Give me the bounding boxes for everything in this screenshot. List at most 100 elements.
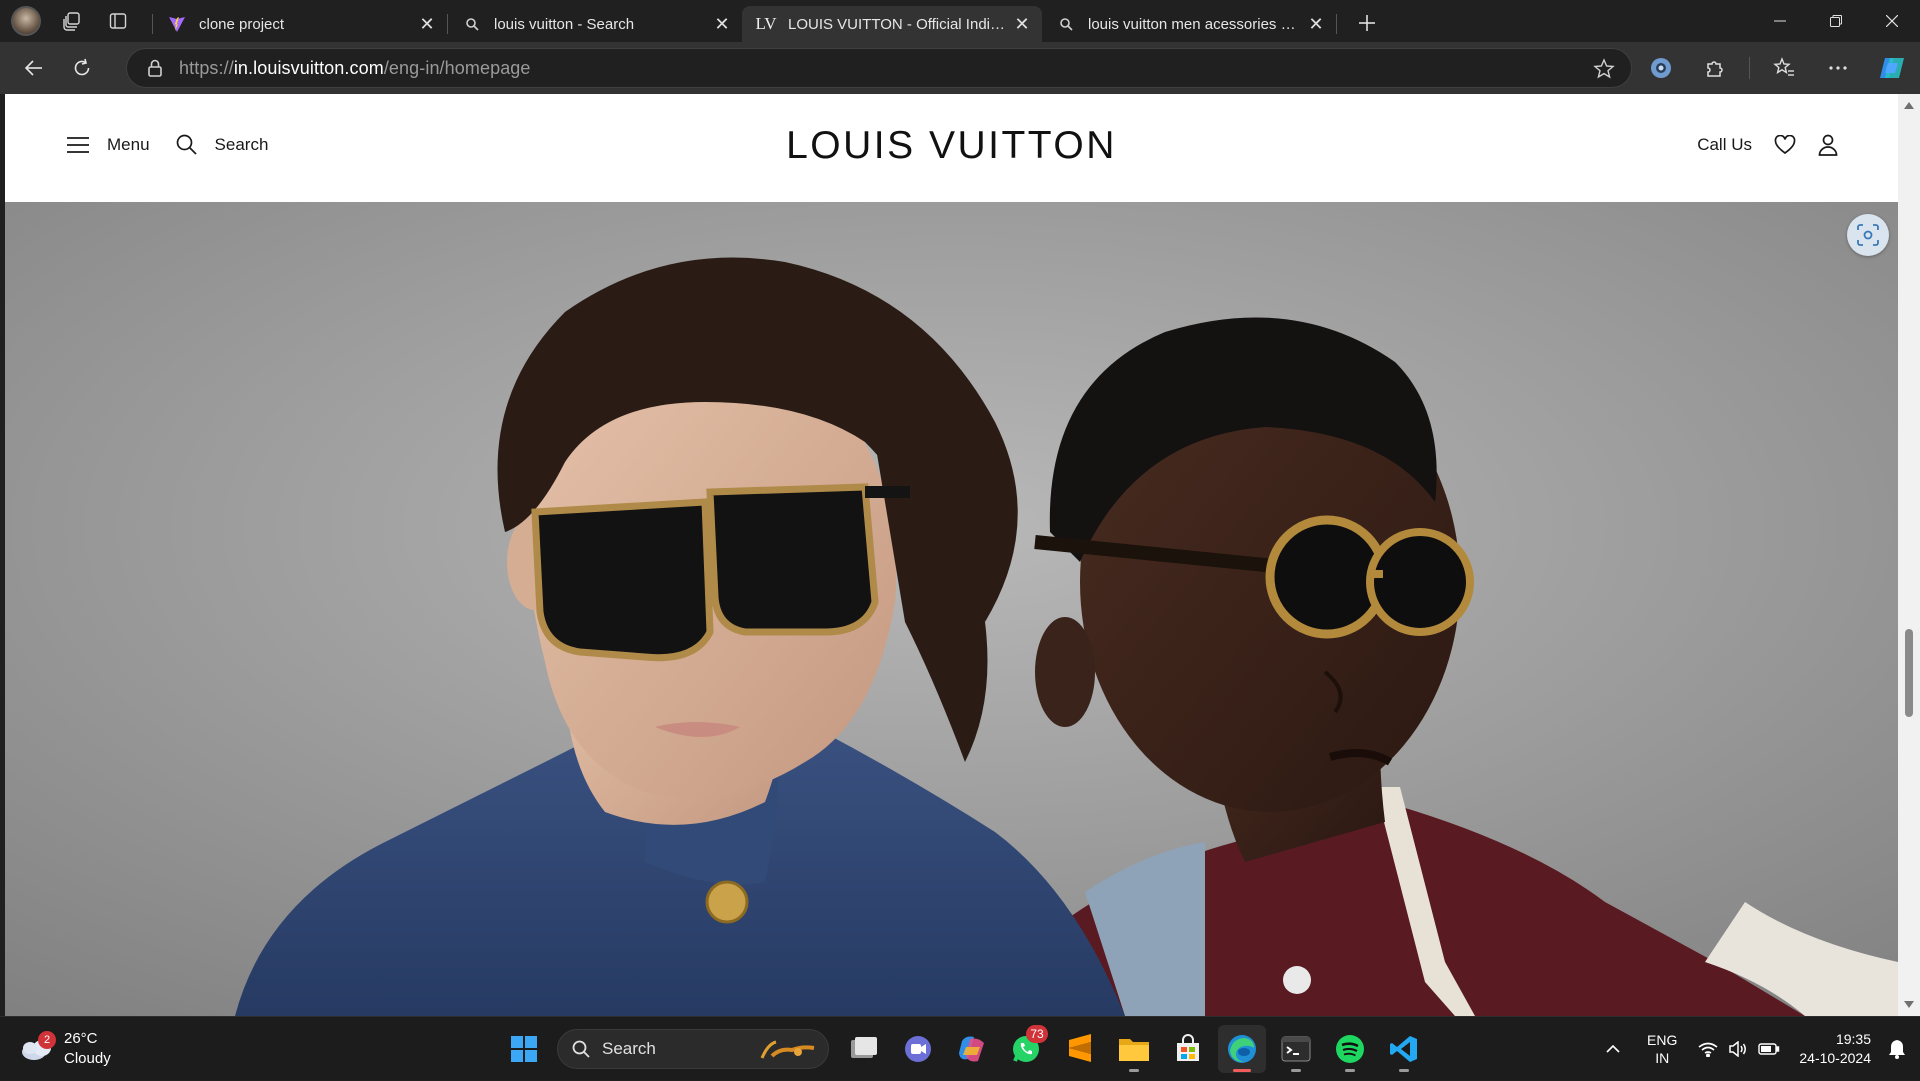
running-indicator (1345, 1069, 1355, 1072)
spotify-icon (1336, 1035, 1364, 1063)
restore-icon (1830, 15, 1842, 27)
minimize-button[interactable] (1752, 0, 1808, 42)
wifi-icon[interactable] (1698, 1041, 1718, 1057)
copilot-icon (1880, 58, 1904, 78)
toolbar-right (1627, 42, 1920, 94)
notification-bell-icon[interactable] (1888, 1039, 1906, 1059)
vscode-icon (1390, 1036, 1417, 1062)
store-icon (1177, 1034, 1199, 1061)
extensions-button[interactable] (1695, 48, 1735, 88)
battery-icon[interactable] (1758, 1042, 1780, 1056)
tab-label: clone project (199, 15, 285, 33)
extension-button[interactable] (1641, 48, 1681, 88)
vertical-tabs-icon (109, 13, 127, 29)
lock-icon[interactable] (145, 58, 165, 78)
weather-alert-badge: 2 (38, 1031, 56, 1049)
visual-search-icon (1857, 224, 1879, 246)
browser-tab-strip: clone project ✕ louis vuitton - Search ✕… (0, 0, 1920, 42)
close-tab-icon[interactable]: ✕ (1306, 14, 1326, 34)
copilot-button[interactable] (1872, 48, 1912, 88)
hero-campaign-image[interactable] (5, 202, 1898, 1016)
refresh-button[interactable] (62, 48, 102, 88)
search-favicon-icon (1056, 14, 1076, 34)
scroll-up-arrow-icon[interactable] (1904, 102, 1914, 109)
profile-button[interactable] (6, 4, 46, 38)
scroll-thumb[interactable] (1905, 629, 1913, 717)
close-window-button[interactable] (1864, 0, 1920, 42)
wishlist-heart-icon[interactable] (1774, 135, 1796, 155)
favorite-star-icon[interactable] (1593, 58, 1615, 85)
tab-label: louis vuitton men acessories - Sea (1088, 15, 1300, 33)
copilot-icon (959, 1036, 984, 1062)
profile-avatar (11, 6, 41, 36)
hero-models-illustration (5, 202, 1898, 1016)
tab-louis-vuitton-search[interactable]: louis vuitton - Search ✕ (448, 6, 742, 42)
header-right: Call Us (1675, 134, 1838, 156)
back-button[interactable] (14, 48, 54, 88)
sublime-text-button[interactable] (1056, 1025, 1104, 1073)
vertical-tabs-button[interactable] (98, 4, 138, 38)
whatsapp-button[interactable]: 73 (1002, 1025, 1050, 1073)
start-button[interactable] (500, 1025, 548, 1073)
terminal-button[interactable] (1272, 1025, 1320, 1073)
weather-temperature: 26°C (64, 1030, 98, 1047)
copilot-app-button[interactable] (948, 1025, 996, 1073)
call-us-link[interactable]: Call Us (1697, 135, 1752, 155)
page-scrollbar[interactable] (1898, 94, 1920, 1016)
workspaces-icon (63, 12, 80, 31)
site-header: Menu Search LOUIS VUITTON Call Us (5, 94, 1898, 202)
close-tab-icon[interactable]: ✕ (417, 14, 437, 34)
language-code: ENG (1647, 1032, 1678, 1048)
extension-circle-icon (1651, 58, 1671, 78)
back-arrow-icon (24, 60, 42, 76)
toolbar-separator (1749, 57, 1750, 79)
visual-search-button[interactable] (1847, 214, 1889, 256)
terminal-icon (1281, 1036, 1311, 1062)
settings-more-button[interactable] (1818, 48, 1858, 88)
address-bar[interactable]: https://in.louisvuitton.com/eng-in/homep… (126, 48, 1632, 88)
workspaces-button[interactable] (52, 4, 92, 38)
tab-lv-men-accessories[interactable]: louis vuitton men acessories - Sea ✕ (1042, 6, 1336, 42)
minimize-icon (1774, 20, 1786, 22)
tab-label: louis vuitton - Search (494, 15, 635, 33)
running-indicator (1129, 1069, 1139, 1072)
video-call-icon (905, 1036, 931, 1062)
input-language-indicator[interactable]: ENG IN (1647, 1031, 1677, 1067)
tab-label: LOUIS VUITTON - Official India W (788, 15, 1006, 33)
tab-clone-project[interactable]: clone project ✕ (153, 6, 447, 42)
teams-meet-button[interactable] (894, 1025, 942, 1073)
new-tab-button[interactable] (1349, 6, 1385, 40)
sublime-icon (1069, 1034, 1091, 1062)
taskbar-search-box[interactable]: Search (557, 1029, 829, 1069)
restore-button[interactable] (1808, 0, 1864, 42)
task-view-button[interactable] (840, 1025, 888, 1073)
close-tab-icon[interactable]: ✕ (712, 14, 732, 34)
search-favicon-icon (462, 14, 482, 34)
edge-browser-button[interactable] (1218, 1025, 1266, 1073)
taskbar-search-label: Search (602, 1039, 656, 1058)
puzzle-icon (1707, 61, 1723, 77)
scroll-down-arrow-icon[interactable] (1904, 1001, 1914, 1008)
windows-taskbar: 2 26°C Cloudy Search 73 ENG IN 19:35 24-… (0, 1016, 1920, 1080)
more-dots-icon (1829, 66, 1847, 70)
spotify-button[interactable] (1326, 1025, 1374, 1073)
whatsapp-notification-badge: 73 (1026, 1025, 1048, 1043)
file-explorer-button[interactable] (1110, 1025, 1158, 1073)
system-clock[interactable]: 19:35 24-10-2024 (1799, 1030, 1871, 1068)
account-user-icon[interactable] (1818, 134, 1838, 156)
louis-vuitton-logo[interactable]: LOUIS VUITTON (5, 124, 1898, 168)
running-indicator (1291, 1069, 1301, 1072)
close-tab-icon[interactable]: ✕ (1012, 14, 1032, 34)
close-icon (1886, 15, 1898, 27)
url-text: https://in.louisvuitton.com/eng-in/homep… (179, 57, 531, 78)
vscode-button[interactable] (1380, 1025, 1428, 1073)
show-hidden-icons-chevron-up-icon[interactable] (1606, 1044, 1620, 1054)
folder-icon (1119, 1039, 1149, 1061)
edge-icon (1228, 1035, 1256, 1063)
microsoft-store-button[interactable] (1164, 1025, 1212, 1073)
volume-speaker-icon[interactable] (1728, 1041, 1748, 1057)
tab-louis-vuitton-official[interactable]: LV LOUIS VUITTON - Official India W ✕ (742, 6, 1042, 42)
favorites-button[interactable] (1764, 48, 1804, 88)
browser-toolbar: https://in.louisvuitton.com/eng-in/homep… (0, 42, 1920, 94)
weather-widget[interactable]: 2 26°C Cloudy (20, 1029, 111, 1069)
